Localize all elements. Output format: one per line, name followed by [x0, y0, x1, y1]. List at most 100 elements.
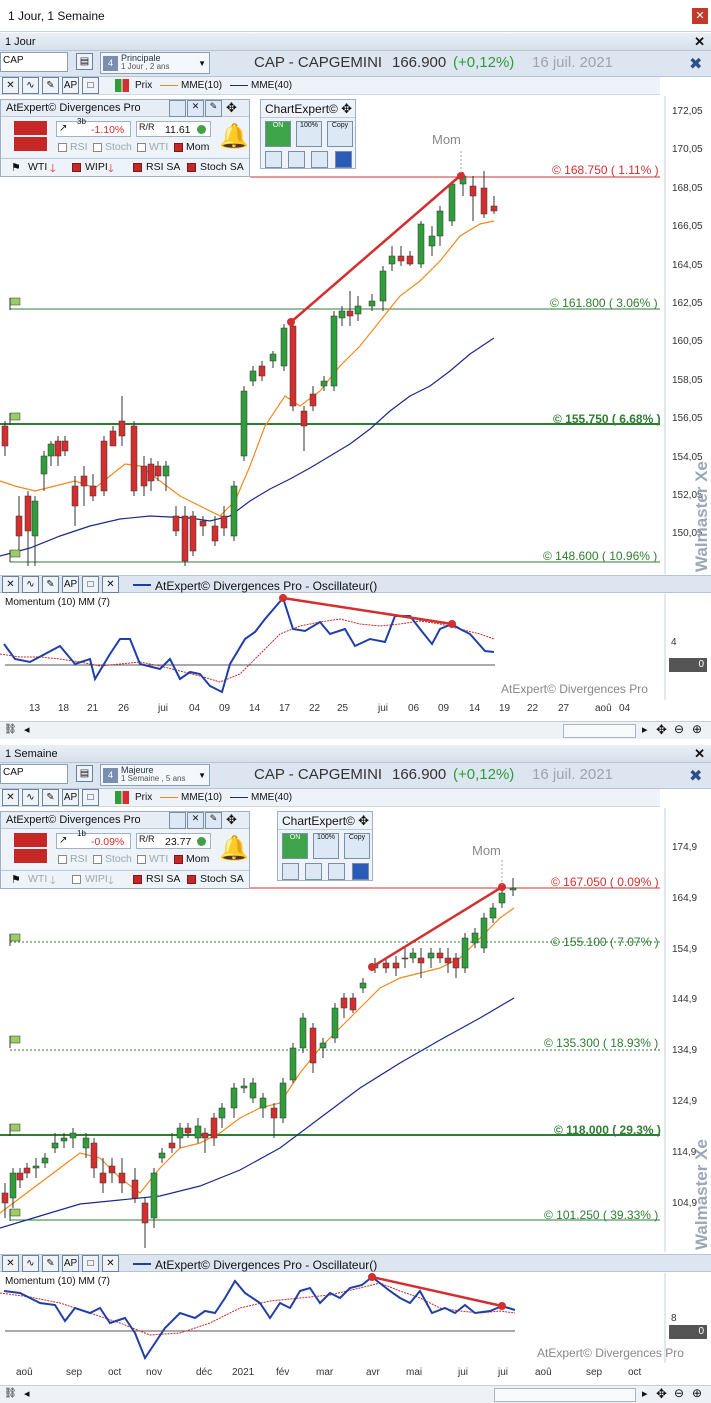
ap-icon[interactable]: AP	[62, 576, 79, 593]
tool-icon[interactable]	[282, 863, 299, 880]
move-icon[interactable]: ✥	[226, 100, 237, 116]
move-icon[interactable]: ✥	[226, 812, 237, 828]
candle-body	[331, 1007, 339, 1039]
candle-body	[320, 380, 328, 387]
zoom-out-icon[interactable]: ⊖	[674, 1386, 684, 1400]
scrollbar-thumb[interactable]	[563, 724, 636, 738]
close-icon[interactable]: ✕	[102, 576, 119, 593]
zoom-out-icon[interactable]: ⊖	[674, 722, 684, 736]
rsi-sa-checkbox[interactable]	[133, 875, 142, 884]
ap-icon[interactable]: AP	[62, 1255, 79, 1272]
scroll-right-icon[interactable]: ▸	[642, 1387, 648, 1400]
wipi-checkbox[interactable]	[72, 875, 81, 884]
book-icon[interactable]: ▤	[76, 53, 93, 70]
ap-icon[interactable]: AP	[62, 789, 79, 806]
edit-icon[interactable]	[288, 151, 305, 168]
close-icon[interactable]: ✕	[102, 1255, 119, 1272]
bell-icon[interactable]: 🔔	[219, 834, 249, 864]
stoch-checkbox[interactable]	[93, 855, 102, 864]
indicator-icon[interactable]: ∿	[22, 1255, 39, 1272]
tools-icon[interactable]: ✕	[2, 1255, 19, 1272]
wipi-checkbox[interactable]	[72, 163, 81, 172]
info-icon[interactable]	[352, 863, 369, 880]
layout-dropdown[interactable]: 4 Majeure 1 Semaine , 5 ans ▼	[100, 764, 210, 786]
edit-icon[interactable]: ✎	[42, 1255, 59, 1272]
mom-checkbox[interactable]	[174, 855, 183, 864]
x-tick-label: sep	[66, 1367, 83, 1378]
book-icon[interactable]: ▤	[76, 765, 93, 782]
link-icon[interactable]: ⛓	[4, 724, 17, 735]
zoom-in-icon[interactable]: ⊕	[692, 722, 702, 736]
symbol-input[interactable]: CAP	[0, 764, 68, 784]
circle-icon[interactable]	[169, 100, 186, 117]
window-icon[interactable]: □	[82, 576, 99, 593]
copy-button[interactable]: Copy	[327, 121, 353, 147]
ap-icon[interactable]: AP	[62, 77, 79, 94]
window-icon[interactable]: □	[82, 1255, 99, 1272]
indicator-icon[interactable]: ∿	[22, 77, 39, 94]
crosshair-icon[interactable]: ✥	[656, 1386, 667, 1402]
rsi-checkbox[interactable]	[58, 855, 67, 864]
tool-icon[interactable]	[265, 151, 282, 168]
move-icon[interactable]: ✥	[358, 813, 369, 829]
copy-button[interactable]: Copy	[344, 833, 370, 859]
indicator-icon[interactable]: ∿	[22, 789, 39, 806]
mom-checkbox[interactable]	[174, 143, 183, 152]
tools-icon[interactable]: ✕	[187, 812, 204, 829]
horizontal-scrollbar[interactable]: ⛓ ◂ ▸ ✥ ⊖ ⊕	[0, 721, 711, 739]
x-tick-label: 19	[499, 703, 511, 714]
tools-icon[interactable]: ✖	[689, 766, 702, 786]
wti-checkbox[interactable]	[137, 143, 146, 152]
tools-icon[interactable]: ✕	[2, 576, 19, 593]
close-icon[interactable]: ✕	[692, 8, 708, 24]
rsi-sa-checkbox[interactable]	[133, 163, 142, 172]
crosshair-icon[interactable]: ✥	[656, 722, 667, 738]
edit-icon[interactable]: ✎	[42, 576, 59, 593]
on-button[interactable]: ON	[282, 833, 308, 859]
layout-dropdown[interactable]: 4 Principale 1 Jour , 2 ans ▼	[100, 52, 210, 74]
edit-icon[interactable]: ✎	[42, 77, 59, 94]
bell-icon[interactable]: 🔔	[219, 122, 249, 152]
scroll-right-icon[interactable]: ▸	[642, 723, 648, 736]
signal-icon	[14, 849, 47, 863]
close-icon[interactable]: ✕	[694, 746, 705, 762]
move-icon[interactable]: ✥	[341, 101, 352, 117]
scroll-left-icon[interactable]: ◂	[24, 723, 30, 736]
edit-icon[interactable]: ✎	[205, 812, 222, 829]
price-level-label: © 135.300 ( 18.93% )	[544, 1036, 659, 1050]
candle-body	[448, 183, 456, 222]
candle-body	[141, 1202, 149, 1224]
window-icon[interactable]: □	[82, 789, 99, 806]
window-icon[interactable]: □	[82, 77, 99, 94]
circle-icon[interactable]	[169, 812, 186, 829]
stoch-sa-checkbox[interactable]	[187, 163, 196, 172]
zoom-in-icon[interactable]: ⊕	[692, 1386, 702, 1400]
horizontal-scrollbar[interactable]: ⛓ ◂ ▸ ✥ ⊖ ⊕	[0, 1385, 711, 1403]
tools-icon[interactable]: ✕	[2, 77, 19, 94]
stoch-sa-checkbox[interactable]	[187, 875, 196, 884]
scroll-left-icon[interactable]: ◂	[24, 1387, 30, 1400]
refresh-icon[interactable]	[311, 151, 328, 168]
pct-button[interactable]: 100%	[296, 121, 322, 147]
link-icon[interactable]: ⛓	[4, 1388, 17, 1399]
pct-button[interactable]: 100%	[313, 833, 339, 859]
edit-icon[interactable]: ✎	[205, 100, 222, 117]
refresh-icon[interactable]	[328, 863, 345, 880]
indicator-icon[interactable]: ∿	[22, 576, 39, 593]
tools-icon[interactable]: ✕	[187, 100, 204, 117]
x-tick-label: 22	[527, 703, 539, 714]
close-icon[interactable]: ✕	[694, 34, 705, 50]
edit-icon[interactable]	[305, 863, 322, 880]
info-icon[interactable]	[335, 151, 352, 168]
stoch-checkbox[interactable]	[93, 143, 102, 152]
tools-icon[interactable]: ✕	[2, 789, 19, 806]
edit-icon[interactable]: ✎	[42, 789, 59, 806]
on-button[interactable]: ON	[265, 121, 291, 147]
symbol-input[interactable]: CAP	[0, 52, 68, 72]
candle-body	[16, 1172, 24, 1181]
rsi-checkbox[interactable]	[58, 143, 67, 152]
wti-checkbox[interactable]	[137, 855, 146, 864]
tools-icon[interactable]: ✖	[689, 54, 702, 74]
signal-icon	[14, 833, 47, 847]
scrollbar-thumb[interactable]	[494, 1388, 636, 1402]
